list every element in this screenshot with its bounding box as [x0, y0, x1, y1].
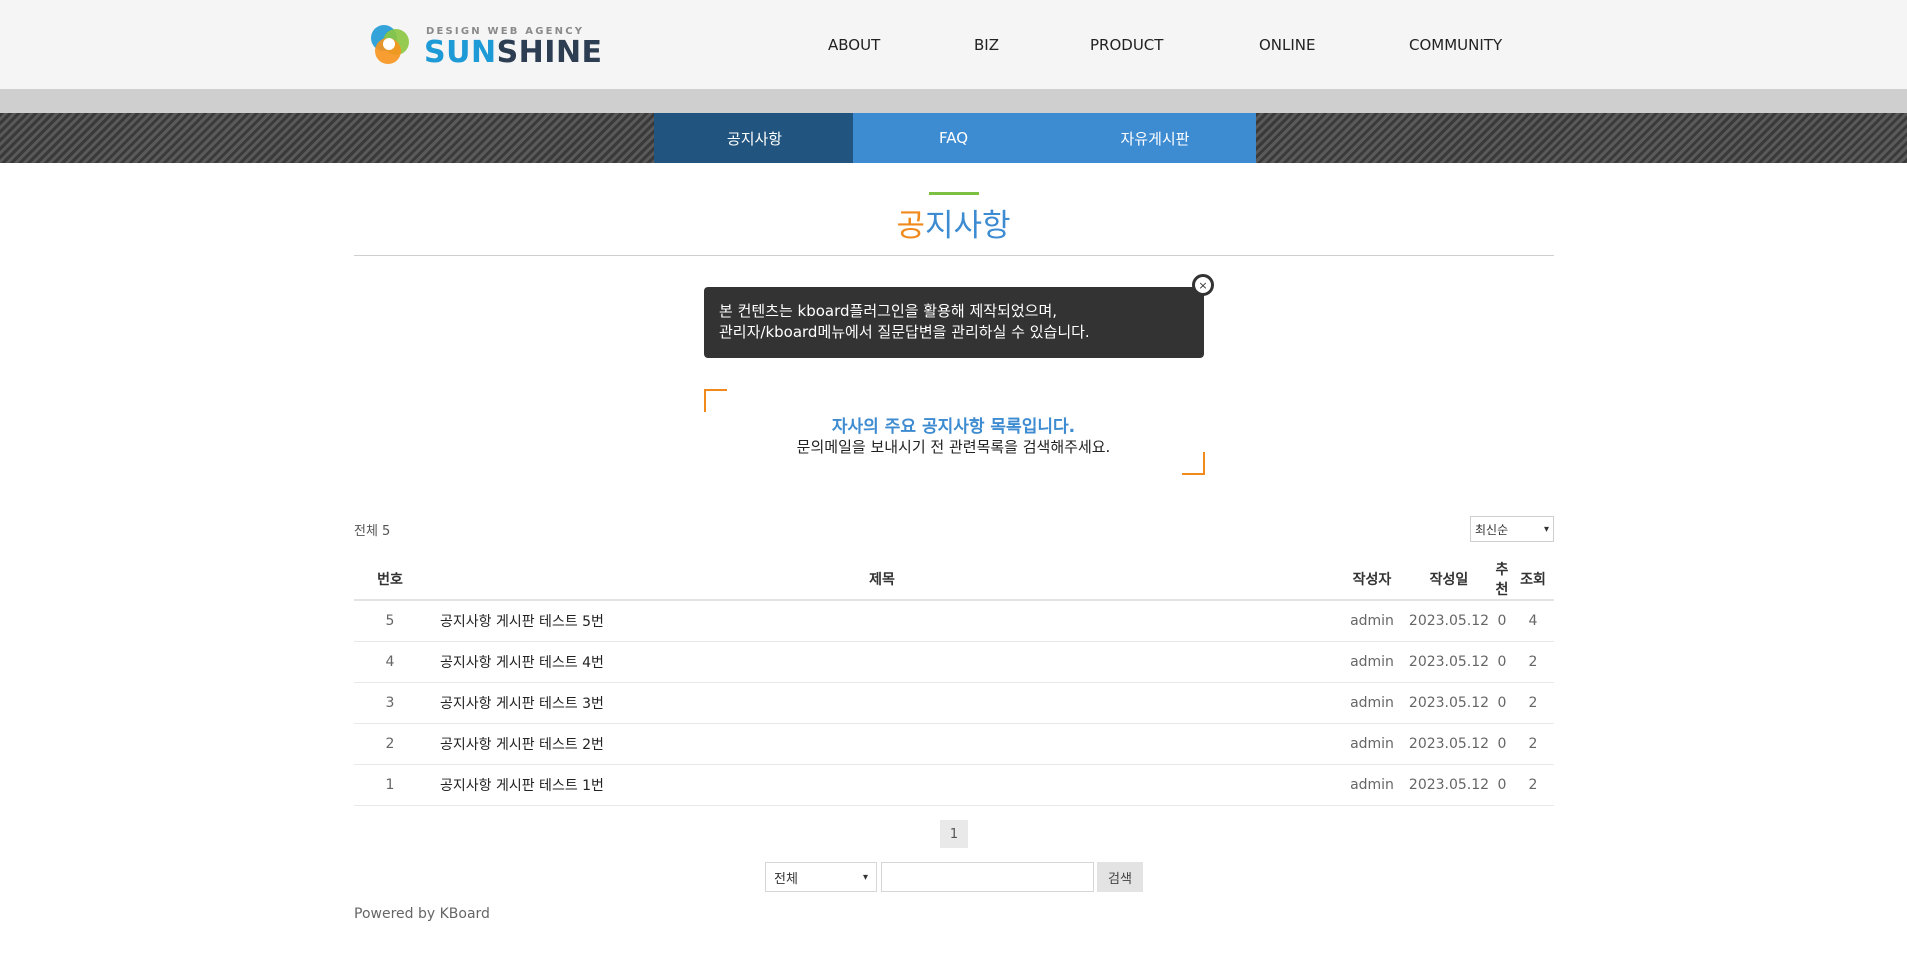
- search-scope-value: 전체: [774, 871, 798, 887]
- sort-select[interactable]: 최신순 ▾: [1470, 516, 1554, 542]
- table-row[interactable]: 3 공지사항 게시판 테스트 3번 admin 2023.05.12 0 2: [354, 682, 1554, 724]
- row-votes: 0: [1492, 682, 1512, 724]
- page-title-first-char: 공: [896, 208, 925, 244]
- row-title-link[interactable]: 공지사항 게시판 테스트 4번: [426, 641, 1338, 683]
- row-views: 2: [1512, 764, 1554, 806]
- row-views: 2: [1512, 723, 1554, 765]
- sort-select-value: 최신순: [1475, 522, 1509, 537]
- table-row[interactable]: 4 공지사항 게시판 테스트 4번 admin 2023.05.12 0 2: [354, 641, 1554, 683]
- row-date: 2023.05.12: [1406, 764, 1492, 806]
- row-views: 2: [1512, 641, 1554, 683]
- row-title-link[interactable]: 공지사항 게시판 테스트 1번: [426, 764, 1338, 806]
- table-row[interactable]: 5 공지사항 게시판 테스트 5번 admin 2023.05.12 0 4: [354, 600, 1554, 642]
- row-number: 3: [354, 682, 426, 724]
- row-date: 2023.05.12: [1406, 723, 1492, 765]
- notice-popup: 본 컨텐츠는 kboard플러그인을 활용해 제작되었으며, 관리자/kboar…: [704, 287, 1204, 358]
- page-title: 공지사항: [0, 200, 1907, 245]
- tab-free-board[interactable]: 자유게시판: [1054, 113, 1256, 163]
- total-count: 전체 5: [354, 524, 391, 539]
- logo-wordmark: SUNSHINE: [424, 35, 603, 70]
- nav-product[interactable]: PRODUCT: [1090, 36, 1163, 54]
- row-votes: 0: [1492, 641, 1512, 683]
- row-title-link[interactable]: 공지사항 게시판 테스트 3번: [426, 682, 1338, 724]
- chevron-down-icon: ▾: [862, 871, 868, 883]
- nav-about[interactable]: ABOUT: [828, 36, 880, 54]
- col-number: 번호: [354, 559, 426, 601]
- nav-community[interactable]: COMMUNITY: [1409, 36, 1502, 54]
- tab-notice[interactable]: 공지사항: [654, 113, 855, 163]
- logo-shine-text: SHINE: [496, 35, 603, 70]
- tab-faq[interactable]: FAQ: [853, 113, 1054, 163]
- row-author: admin: [1338, 641, 1406, 683]
- nav-biz[interactable]: BIZ: [974, 36, 999, 54]
- intro-subtext: 문의메일을 보내시기 전 관련목록을 검색해주세요.: [796, 438, 1111, 456]
- row-number: 5: [354, 600, 426, 642]
- row-author: admin: [1338, 682, 1406, 724]
- search-input[interactable]: [881, 862, 1094, 892]
- row-votes: 0: [1492, 723, 1512, 765]
- board-table: 번호 제목 작성자 작성일 추천 조회 5 공지사항 게시판 테스트 5번 ad…: [354, 559, 1554, 806]
- row-views: 2: [1512, 682, 1554, 724]
- page-1-button[interactable]: 1: [940, 820, 968, 848]
- row-votes: 0: [1492, 764, 1512, 806]
- title-accent-bar: [929, 192, 979, 195]
- table-row[interactable]: 2 공지사항 게시판 테스트 2번 admin 2023.05.12 0 2: [354, 723, 1554, 765]
- intro-heading: 자사의 주요 공지사항 목록입니다.: [831, 417, 1076, 437]
- col-votes: 추천: [1492, 559, 1512, 601]
- corner-top-left-icon: [704, 389, 727, 412]
- row-author: admin: [1338, 764, 1406, 806]
- nav-online[interactable]: ONLINE: [1259, 36, 1316, 54]
- row-date: 2023.05.12: [1406, 641, 1492, 683]
- row-number: 1: [354, 764, 426, 806]
- logo-sun-text: SUN: [424, 35, 497, 70]
- row-title-link[interactable]: 공지사항 게시판 테스트 2번: [426, 723, 1338, 765]
- table-header-row: 번호 제목 작성자 작성일 추천 조회: [354, 559, 1554, 601]
- search-button[interactable]: 검색: [1097, 862, 1143, 892]
- chevron-down-icon: ▾: [1543, 523, 1549, 535]
- notice-line-2: 관리자/kboard메뉴에서 질문답변을 관리하실 수 있습니다.: [719, 323, 1090, 341]
- row-author: admin: [1338, 600, 1406, 642]
- col-views: 조회: [1512, 559, 1554, 601]
- col-title: 제목: [426, 559, 1338, 601]
- title-divider: [354, 255, 1554, 256]
- row-title-link[interactable]: 공지사항 게시판 테스트 5번: [426, 600, 1338, 642]
- row-views: 4: [1512, 600, 1554, 642]
- row-author: admin: [1338, 723, 1406, 765]
- row-votes: 0: [1492, 600, 1512, 642]
- row-date: 2023.05.12: [1406, 600, 1492, 642]
- table-row[interactable]: 1 공지사항 게시판 테스트 1번 admin 2023.05.12 0 2: [354, 764, 1554, 806]
- row-date: 2023.05.12: [1406, 682, 1492, 724]
- col-author: 작성자: [1338, 559, 1406, 601]
- page-title-rest: 지사항: [924, 208, 1011, 244]
- header-divider-strip: [0, 89, 1907, 113]
- search-scope-select[interactable]: 전체 ▾: [765, 862, 877, 892]
- sunshine-logo[interactable]: DESIGN WEB AGENCY SUNSHINE: [366, 20, 602, 70]
- close-icon[interactable]: ×: [1192, 274, 1214, 296]
- col-date: 작성일: [1406, 559, 1492, 601]
- logo-mark-icon: [371, 25, 409, 64]
- site-header: DESIGN WEB AGENCY SUNSHINE ABOUT BIZ PRO…: [0, 0, 1907, 89]
- notice-line-1: 본 컨텐츠는 kboard플러그인을 활용해 제작되었으며,: [719, 302, 1058, 320]
- powered-by-link[interactable]: Powered by KBoard: [354, 906, 490, 922]
- row-number: 4: [354, 641, 426, 683]
- row-number: 2: [354, 723, 426, 765]
